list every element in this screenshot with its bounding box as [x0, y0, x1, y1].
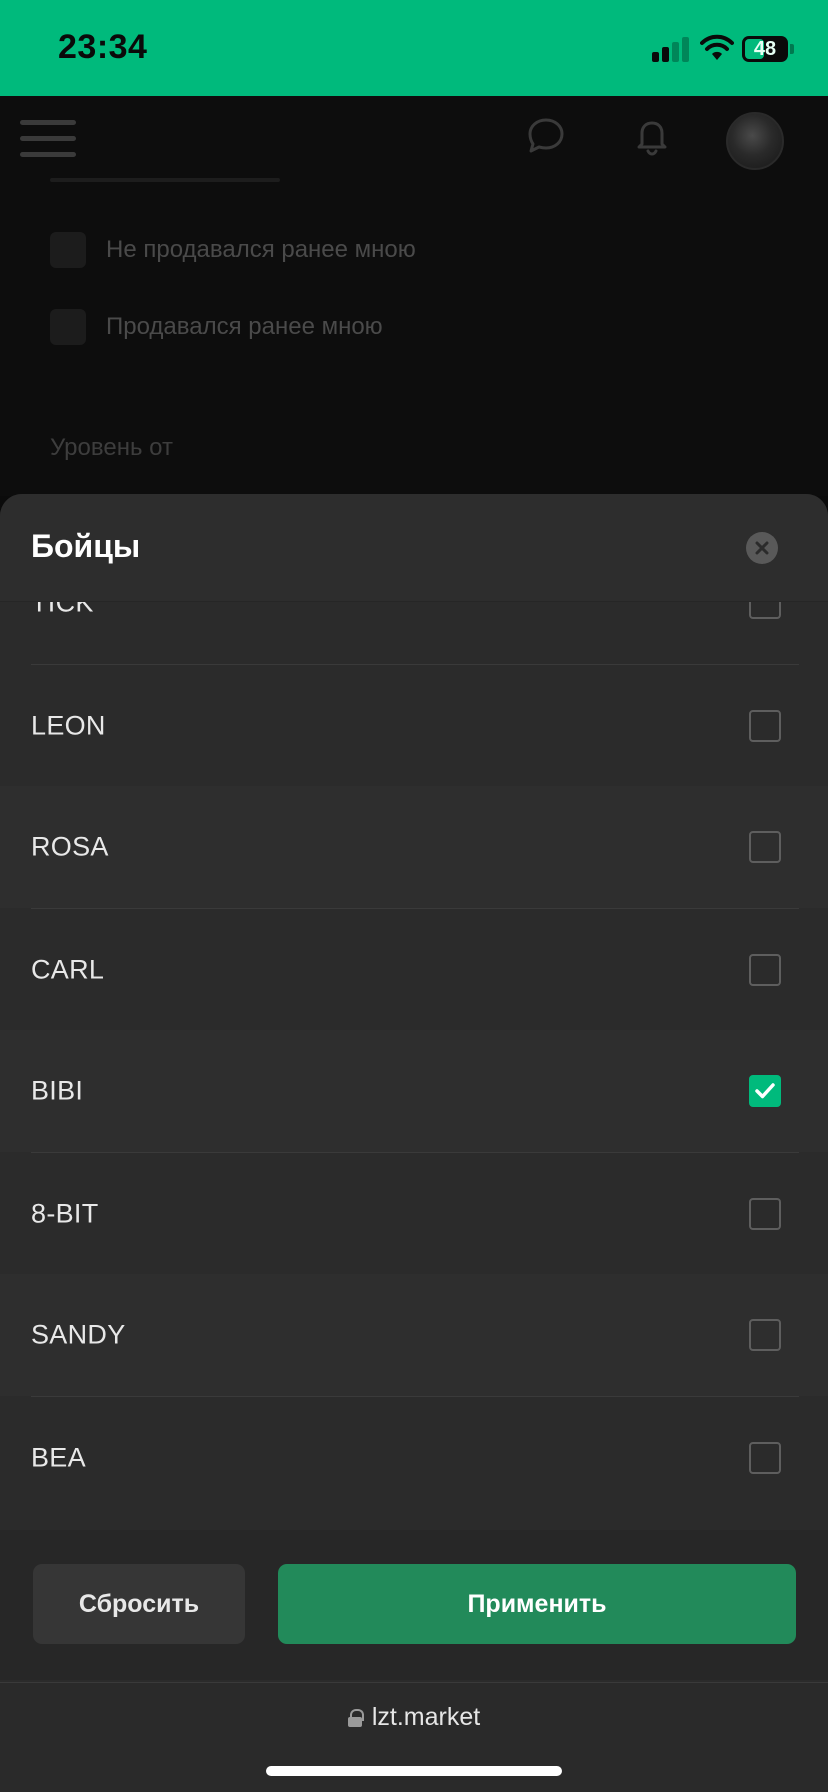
- level-from-label: Уровень от: [50, 434, 173, 461]
- checkbox[interactable]: [50, 309, 86, 345]
- battery-tip: [790, 44, 794, 54]
- url-display[interactable]: lzt.market: [0, 1703, 828, 1732]
- avatar[interactable]: [726, 112, 784, 170]
- option-sold-before[interactable]: Продавался ранее мною: [50, 307, 383, 347]
- checkbox[interactable]: [749, 710, 781, 742]
- list-item-carl[interactable]: CARL: [0, 909, 828, 1031]
- option-not-sold-before[interactable]: Не продавался ранее мною: [50, 230, 416, 270]
- list-item-tick[interactable]: TICK: [0, 602, 828, 664]
- status-bar: 23:34 48: [0, 0, 828, 96]
- home-indicator[interactable]: [266, 1766, 562, 1776]
- sheet-header: Бойцы: [0, 494, 828, 602]
- checkbox[interactable]: [749, 831, 781, 863]
- wifi-icon: [700, 34, 734, 60]
- fighters-list[interactable]: TICK LEON ROSA CARL BIBI 8-BIT SANDY BEA: [0, 602, 828, 1522]
- menu-icon[interactable]: [20, 116, 76, 160]
- checkbox[interactable]: [749, 1198, 781, 1230]
- apply-button[interactable]: Применить: [278, 1564, 796, 1644]
- close-button[interactable]: [746, 532, 778, 564]
- list-item-label: BIBI: [31, 1075, 84, 1106]
- option-label: Не продавался ранее мною: [106, 236, 416, 263]
- fighters-filter-sheet: Бойцы TICK LEON ROSA CARL BIBI 8-BIT SAN…: [0, 494, 828, 1792]
- list-item-label: LEON: [31, 710, 106, 741]
- list-item-leon[interactable]: LEON: [0, 665, 828, 787]
- battery-icon: 48: [742, 36, 788, 62]
- close-icon: [755, 541, 769, 555]
- sheet-title: Бойцы: [31, 528, 141, 564]
- checkbox[interactable]: [749, 1319, 781, 1351]
- cellular-signal-icon: [652, 36, 692, 62]
- list-item-label: TICK: [31, 602, 94, 618]
- list-item-sandy[interactable]: SANDY: [0, 1274, 828, 1396]
- list-item-rosa[interactable]: ROSA: [0, 786, 828, 908]
- list-item-bibi[interactable]: BIBI: [0, 1030, 828, 1152]
- list-item-label: SANDY: [31, 1319, 126, 1350]
- screen: 23:34 48 Не продавался ранее мною Продав…: [0, 0, 828, 1792]
- checkbox[interactable]: [50, 232, 86, 268]
- list-item-label: BEA: [31, 1442, 86, 1473]
- partial-option-row: [50, 178, 280, 182]
- list-item-label: 8-BIT: [31, 1198, 99, 1229]
- reset-button[interactable]: Сбросить: [33, 1564, 245, 1644]
- list-item-bea[interactable]: BEA: [0, 1397, 828, 1519]
- status-time: 23:34: [58, 28, 148, 66]
- checkbox[interactable]: [749, 602, 781, 619]
- checkbox[interactable]: [749, 1442, 781, 1474]
- background-page: Не продавался ранее мною Продавался ране…: [0, 96, 828, 496]
- chat-icon[interactable]: [524, 114, 568, 158]
- list-item-8-bit[interactable]: 8-BIT: [0, 1153, 828, 1275]
- checkbox-checked[interactable]: [749, 1075, 781, 1107]
- checkmark-icon: [755, 1083, 775, 1099]
- sheet-actions: Сбросить Применить: [0, 1530, 828, 1680]
- option-label: Продавался ранее мною: [106, 313, 383, 340]
- list-item-label: CARL: [31, 954, 105, 985]
- bell-icon[interactable]: [630, 114, 674, 158]
- url-text: lzt.market: [371, 1703, 481, 1731]
- checkbox[interactable]: [749, 954, 781, 986]
- battery-level: 48: [753, 38, 777, 60]
- list-item-label: ROSA: [31, 831, 109, 862]
- lock-icon: [347, 1709, 364, 1727]
